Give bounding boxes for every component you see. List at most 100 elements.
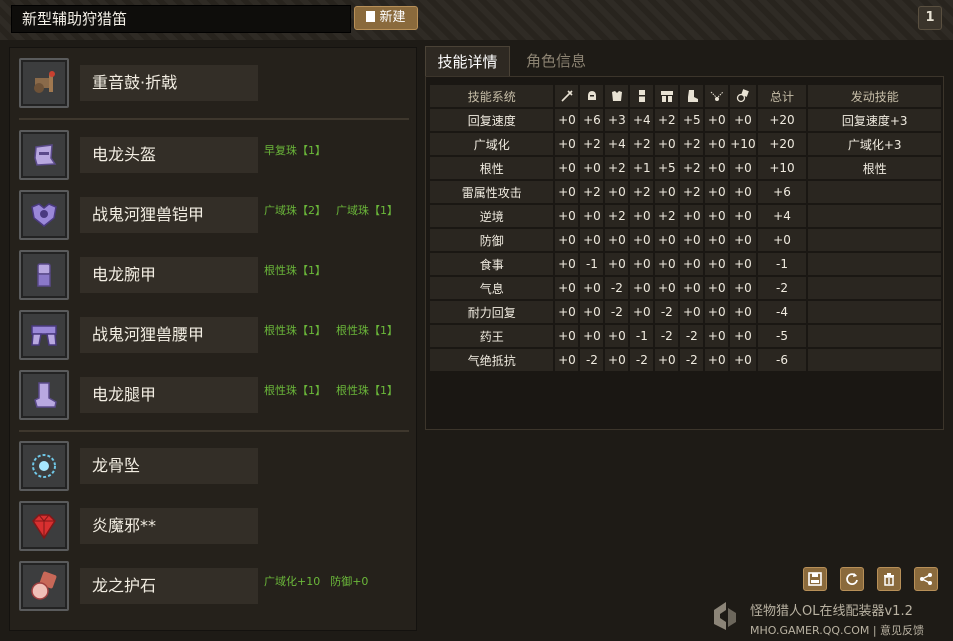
skill-value-cell: +0 (705, 157, 729, 179)
equipment-row-chest[interactable]: 战鬼河狸兽铠甲 广域珠【2】 广域珠【1】 (10, 190, 416, 242)
equipment-name: 战鬼河狸兽腰甲 (80, 317, 258, 353)
page-number-badge[interactable]: 1 (918, 6, 942, 30)
skill-value-cell: +0 (655, 349, 679, 371)
equipment-row-charm[interactable]: 龙之护石 广域化+10 防御+0 (10, 561, 416, 613)
skill-value-cell: +0 (555, 301, 579, 323)
equipment-row-pendant[interactable]: 龙骨坠 (10, 441, 416, 493)
skill-value-cell: -2 (580, 349, 604, 371)
skill-value-cell: -2 (680, 349, 704, 371)
gem-label: 根性珠【1】 (264, 264, 326, 277)
skill-value-cell: +0 (580, 301, 604, 323)
table-header-row: 技能系统 总计 发动技能 (430, 85, 941, 107)
equipment-row-weapon[interactable]: 重音鼓·折戟 (10, 58, 416, 110)
table-row: 食事 +0 -1 +0 +0 +0 +0 +0 +0 -1 (430, 253, 941, 275)
tab-character-info[interactable]: 角色信息 (514, 46, 598, 76)
skill-total-cell: +4 (757, 205, 807, 227)
tab-skills-detail[interactable]: 技能详情 (425, 46, 510, 76)
equipment-row-helmet[interactable]: 电龙头盔 早复珠【1】 (10, 130, 416, 182)
skill-value-cell: +0 (730, 229, 756, 251)
skill-total-cell: -5 (757, 325, 807, 347)
gem-slots: 根性珠【1】 根性珠【1】 (264, 322, 408, 338)
skill-value-cell: +2 (605, 205, 629, 227)
skill-value-cell: +0 (555, 253, 579, 275)
skill-value-cell: +0 (580, 229, 604, 251)
skill-value-cell: +0 (705, 181, 729, 203)
table-row: 广域化 +0 +2 +4 +2 +0 +2 +0 +10 +20 广域化+3 (430, 133, 941, 155)
skill-name-cell: 防御 (430, 229, 554, 251)
skill-value-cell: +0 (705, 349, 729, 371)
table-row: 气息 +0 +0 -2 +0 +0 +0 +0 +0 -2 (430, 277, 941, 299)
skill-value-cell: +0 (555, 133, 579, 155)
skill-value-cell: +0 (555, 157, 579, 179)
equipment-row-jewel[interactable]: 炎魔邪** (10, 501, 416, 553)
skill-value-cell: +0 (680, 205, 704, 227)
skill-name-cell: 回复速度 (430, 109, 554, 131)
skills-table: 技能系统 总计 发动技能 回复速度 +0 +6 +3 +4 +2 +5 +0 +0 +20 回复速度… (428, 83, 943, 373)
gem-label: 广域珠【1】 (336, 204, 398, 217)
equipment-name: 电龙腿甲 (80, 377, 258, 413)
save-button[interactable] (803, 567, 827, 591)
leg-armor-icon (19, 370, 69, 420)
skill-value-cell: +4 (605, 133, 629, 155)
skill-total-cell: +0 (757, 229, 807, 251)
skill-value-cell: +0 (705, 229, 729, 251)
skill-value-cell: +3 (605, 109, 629, 131)
header-skill: 技能系统 (430, 85, 554, 107)
gauntlet-icon (19, 250, 69, 300)
skill-name-cell: 食事 (430, 253, 554, 275)
divider (19, 118, 409, 120)
skill-value-cell: +0 (705, 301, 729, 323)
equipment-row-arms[interactable]: 电龙腕甲 根性珠【1】 (10, 250, 416, 302)
skill-value-cell: +0 (555, 325, 579, 347)
gem-slots: 根性珠【1】 根性珠【1】 (264, 382, 408, 398)
active-skill-cell (808, 277, 941, 299)
share-button[interactable] (914, 567, 938, 591)
equipment-row-waist[interactable]: 战鬼河狸兽腰甲 根性珠【1】 根性珠【1】 (10, 310, 416, 362)
skill-value-cell: +4 (630, 109, 654, 131)
skill-value-cell: -1 (580, 253, 604, 275)
skill-value-cell: +0 (655, 133, 679, 155)
skill-value-cell: +2 (680, 157, 704, 179)
pendant-icon (19, 441, 69, 491)
new-build-button[interactable]: 新建 (354, 6, 418, 30)
skill-value-cell: -1 (630, 325, 654, 347)
arm-icon (630, 85, 654, 107)
skill-name-cell: 气绝抵抗 (430, 349, 554, 371)
skill-value-cell: +0 (730, 325, 756, 347)
charm-stone-icon (19, 561, 69, 611)
gem-label: 根性珠【1】 (264, 324, 326, 337)
waist-armor-icon (19, 310, 69, 360)
weapon-icon (555, 85, 579, 107)
skill-value-cell: +0 (680, 277, 704, 299)
helmet-icon (19, 130, 69, 180)
skill-name-cell: 耐力回复 (430, 301, 554, 323)
skill-total-cell: -4 (757, 301, 807, 323)
active-skill-cell (808, 229, 941, 251)
skills-table-panel: 技能系统 总计 发动技能 回复速度 +0 +6 +3 +4 +2 +5 +0 +0 +20 回复速度… (425, 76, 944, 430)
skill-value-cell: +0 (655, 181, 679, 203)
site-and-feedback-link[interactable]: MHO.GAMER.QQ.COM | 意见反馈 (750, 622, 924, 638)
skill-value-cell: +2 (655, 109, 679, 131)
table-row: 根性 +0 +0 +2 +1 +5 +2 +0 +0 +10 根性 (430, 157, 941, 179)
skill-value-cell: -2 (630, 349, 654, 371)
skill-value-cell: +0 (730, 181, 756, 203)
equipment-name: 电龙腕甲 (80, 257, 258, 293)
skill-value-cell: +0 (630, 253, 654, 275)
skill-total-cell: -1 (757, 253, 807, 275)
delete-button[interactable] (877, 567, 901, 591)
new-build-label: 新建 (379, 10, 406, 25)
skill-value-cell: +0 (630, 205, 654, 227)
build-name-input[interactable]: 新型辅助狩猎笛 (11, 5, 351, 33)
skill-value-cell: +1 (630, 157, 654, 179)
refresh-button[interactable] (840, 567, 864, 591)
skill-value-cell: +0 (730, 109, 756, 131)
table-row: 雷属性攻击 +0 +2 +0 +2 +0 +2 +0 +0 +6 (430, 181, 941, 203)
pendant-icon (705, 85, 729, 107)
active-skill-cell: 回复速度+3 (808, 109, 941, 131)
skill-value-cell: +2 (680, 133, 704, 155)
equipment-name: 炎魔邪** (80, 508, 258, 544)
trash-icon (884, 573, 894, 586)
equipment-row-legs[interactable]: 电龙腿甲 根性珠【1】 根性珠【1】 (10, 370, 416, 422)
skill-total-cell: +20 (757, 133, 807, 155)
skill-value-cell: +0 (655, 253, 679, 275)
